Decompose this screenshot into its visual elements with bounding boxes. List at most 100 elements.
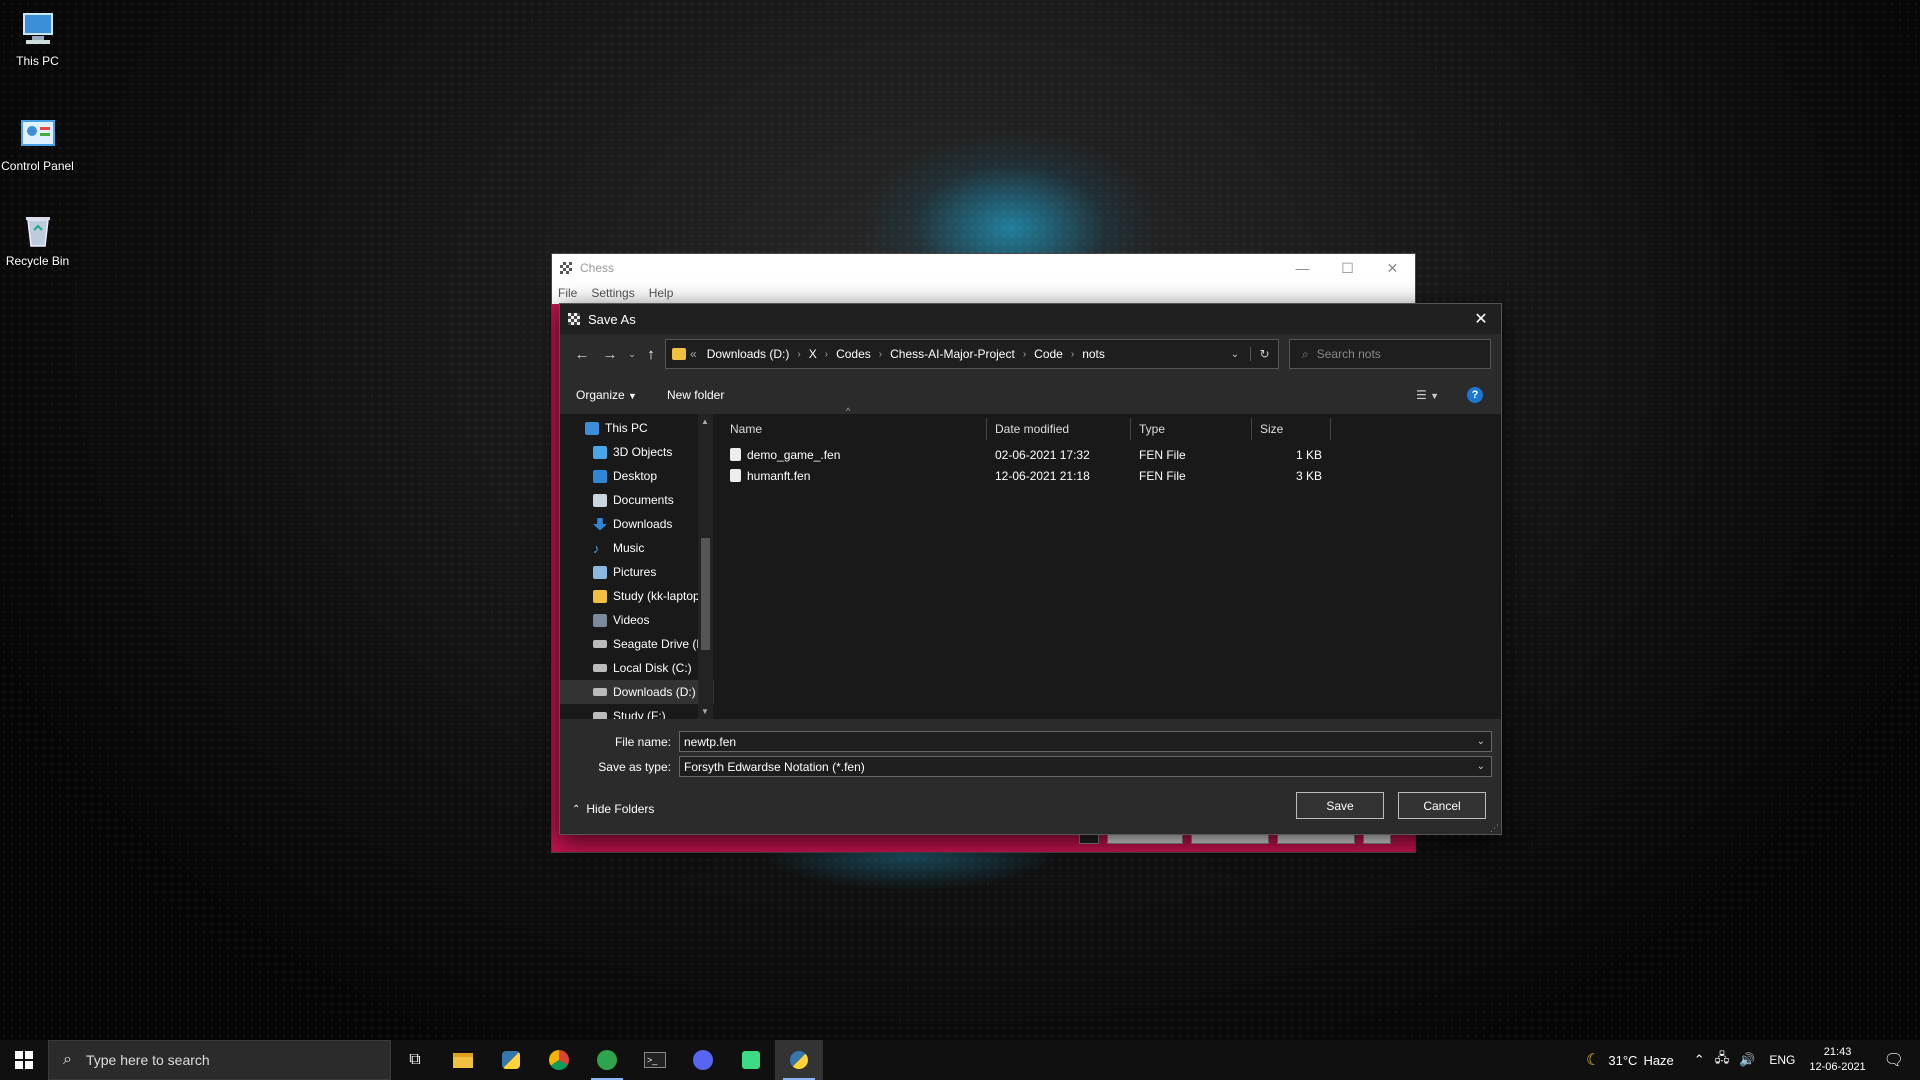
breadcrumb-overflow[interactable]: «	[686, 347, 701, 361]
computer-icon	[585, 421, 599, 435]
scrollbar-thumb[interactable]	[701, 538, 710, 650]
nav-item-this-pc[interactable]: This PC	[560, 416, 714, 440]
column-header-size[interactable]: Size	[1252, 418, 1331, 440]
desktop-icon-recycle-bin[interactable]: Recycle Bin	[0, 210, 75, 268]
scroll-up-icon[interactable]: ▲	[701, 417, 709, 426]
file-name-input[interactable]: newtp.fen ⌄	[679, 731, 1492, 752]
save-button[interactable]: Save	[1296, 792, 1384, 819]
music-note-icon: ♪	[593, 540, 600, 556]
show-hidden-icons-icon[interactable]: ⌃	[1694, 1052, 1705, 1068]
weather-temperature[interactable]: 31°C	[1608, 1053, 1637, 1068]
new-folder-button[interactable]: New folder	[667, 388, 724, 402]
hide-folders-button[interactable]: ⌃ Hide Folders	[572, 802, 654, 816]
task-view-icon[interactable]: ⧉	[391, 1040, 439, 1080]
address-bar[interactable]: « Downloads (D:) › X › Codes › Chess-AI-…	[665, 339, 1279, 369]
breadcrumb-item[interactable]: Codes	[830, 347, 877, 361]
help-icon[interactable]: ?	[1467, 387, 1483, 403]
refresh-icon[interactable]: ↻	[1250, 347, 1278, 361]
file-type: FEN File	[1139, 468, 1186, 483]
navigation-scrollbar[interactable]: ▲ ▼	[698, 414, 713, 719]
clock-date: 12-06-2021	[1809, 1061, 1866, 1073]
chess-title-bar[interactable]: Chess — ☐ ✕	[552, 254, 1415, 282]
file-explorer-icon[interactable]	[439, 1040, 487, 1080]
resize-grip-icon[interactable]: ⋰	[1490, 823, 1499, 834]
close-icon[interactable]: ✕	[1370, 260, 1415, 277]
nav-item-local-disk-c[interactable]: Local Disk (C:)	[560, 656, 714, 680]
close-icon[interactable]: ✕	[1461, 309, 1501, 329]
breadcrumb-item[interactable]: nots	[1076, 347, 1111, 361]
column-header-date[interactable]: Date modified	[987, 418, 1131, 440]
nav-item-study-f[interactable]: Study (F:)	[560, 704, 714, 719]
start-button[interactable]	[0, 1040, 48, 1080]
nav-item-documents[interactable]: Documents	[560, 488, 714, 512]
terminal-icon[interactable]: >_	[631, 1040, 679, 1080]
search-placeholder: Search nots	[1316, 347, 1381, 361]
computer-icon	[18, 10, 58, 50]
dropdown-arrow-icon: ▼	[628, 391, 637, 401]
scroll-down-icon[interactable]: ▼	[701, 707, 709, 716]
language-indicator[interactable]: ENG	[1769, 1053, 1795, 1067]
chevron-right-icon[interactable]: ›	[1069, 349, 1076, 360]
search-box[interactable]: ⌕ Search nots	[1289, 339, 1491, 369]
maximize-icon[interactable]: ☐	[1325, 260, 1370, 277]
nav-item-pictures[interactable]: Pictures	[560, 560, 714, 584]
notifications-icon[interactable]: 🗨	[1884, 1050, 1904, 1070]
column-header-name[interactable]: Name ^	[722, 406, 987, 440]
breadcrumb-item[interactable]: X	[803, 347, 823, 361]
desktop-icon-control-panel[interactable]: Control Panel	[0, 115, 75, 173]
nav-item-downloads[interactable]: Downloads	[560, 512, 714, 536]
chevron-right-icon[interactable]: ›	[795, 349, 802, 360]
chevron-right-icon[interactable]: ›	[1021, 349, 1028, 360]
jupyter-icon[interactable]	[583, 1040, 631, 1080]
discord-icon[interactable]	[679, 1040, 727, 1080]
chrome-icon[interactable]	[535, 1040, 583, 1080]
save-type-select[interactable]: Forsyth Edwardse Notation (*.fen) ⌄	[679, 756, 1492, 777]
file-row[interactable]: humanft.fen 12-06-2021 21:18 FEN File 3 …	[722, 465, 1501, 486]
network-icon[interactable]: 🖧	[1715, 1049, 1730, 1071]
dialog-title-bar[interactable]: Save As ✕	[560, 304, 1501, 334]
breadcrumb-item[interactable]: Downloads (D:)	[701, 347, 796, 361]
weather-moon-icon[interactable]: ☾	[1586, 1050, 1600, 1070]
chess-app-icon	[560, 262, 572, 274]
chevron-down-icon[interactable]: ⌄	[1477, 761, 1485, 772]
weather-condition[interactable]: Haze	[1643, 1053, 1673, 1068]
minimize-icon[interactable]: —	[1280, 260, 1325, 277]
breadcrumb-item[interactable]: Chess-AI-Major-Project	[884, 347, 1021, 361]
desktop-icon-this-pc[interactable]: This PC	[0, 10, 75, 68]
android-studio-icon[interactable]	[727, 1040, 775, 1080]
folder-icon	[593, 589, 607, 603]
file-type: FEN File	[1139, 447, 1186, 462]
chevron-down-icon[interactable]: ⌄	[1477, 736, 1485, 747]
chess-window-title: Chess	[580, 261, 615, 275]
organize-button[interactable]: Organize ▼	[576, 388, 637, 402]
python-app-icon[interactable]	[775, 1040, 823, 1080]
nav-item-desktop[interactable]: Desktop	[560, 464, 714, 488]
dialog-body: This PC 3D Objects Desktop Documents Dow…	[560, 406, 1501, 719]
nav-item-music[interactable]: ♪ Music	[560, 536, 714, 560]
menu-file[interactable]: File	[558, 286, 577, 300]
view-options-icon[interactable]: ☰ ▼	[1416, 388, 1439, 402]
chevron-right-icon[interactable]: ›	[823, 349, 830, 360]
nav-item-videos[interactable]: Videos	[560, 608, 714, 632]
clock[interactable]: 21:43 12-06-2021	[1809, 1045, 1865, 1075]
chevron-right-icon[interactable]: ›	[877, 349, 884, 360]
cancel-button[interactable]: Cancel	[1398, 792, 1486, 819]
nav-item-downloads-d[interactable]: Downloads (D:)	[560, 680, 714, 704]
volume-icon[interactable]: 🔊	[1739, 1052, 1755, 1068]
breadcrumb-item[interactable]: Code	[1028, 347, 1069, 361]
menu-settings[interactable]: Settings	[591, 286, 634, 300]
save-as-dialog: Save As ✕ ← → ⌄ ↑ « Downloads (D:) › X ›…	[559, 303, 1502, 835]
taskbar-search[interactable]: ⌕ Type here to search	[48, 1040, 391, 1080]
nav-item-study-network[interactable]: Study (kk-laptop	[560, 584, 714, 608]
forward-arrow-icon[interactable]: →	[596, 346, 624, 363]
recent-locations-chevron-icon[interactable]: ⌄	[624, 349, 640, 360]
up-arrow-icon[interactable]: ↑	[640, 346, 662, 363]
file-row[interactable]: demo_game_.fen 02-06-2021 17:32 FEN File…	[722, 444, 1501, 465]
nav-item-3d-objects[interactable]: 3D Objects	[560, 440, 714, 464]
python-idle-icon[interactable]	[487, 1040, 535, 1080]
nav-item-seagate-drive[interactable]: Seagate Drive (B	[560, 632, 714, 656]
menu-help[interactable]: Help	[649, 286, 674, 300]
address-dropdown-icon[interactable]: ⌄	[1220, 349, 1250, 360]
column-header-type[interactable]: Type	[1131, 418, 1252, 440]
back-arrow-icon[interactable]: ←	[568, 346, 596, 363]
